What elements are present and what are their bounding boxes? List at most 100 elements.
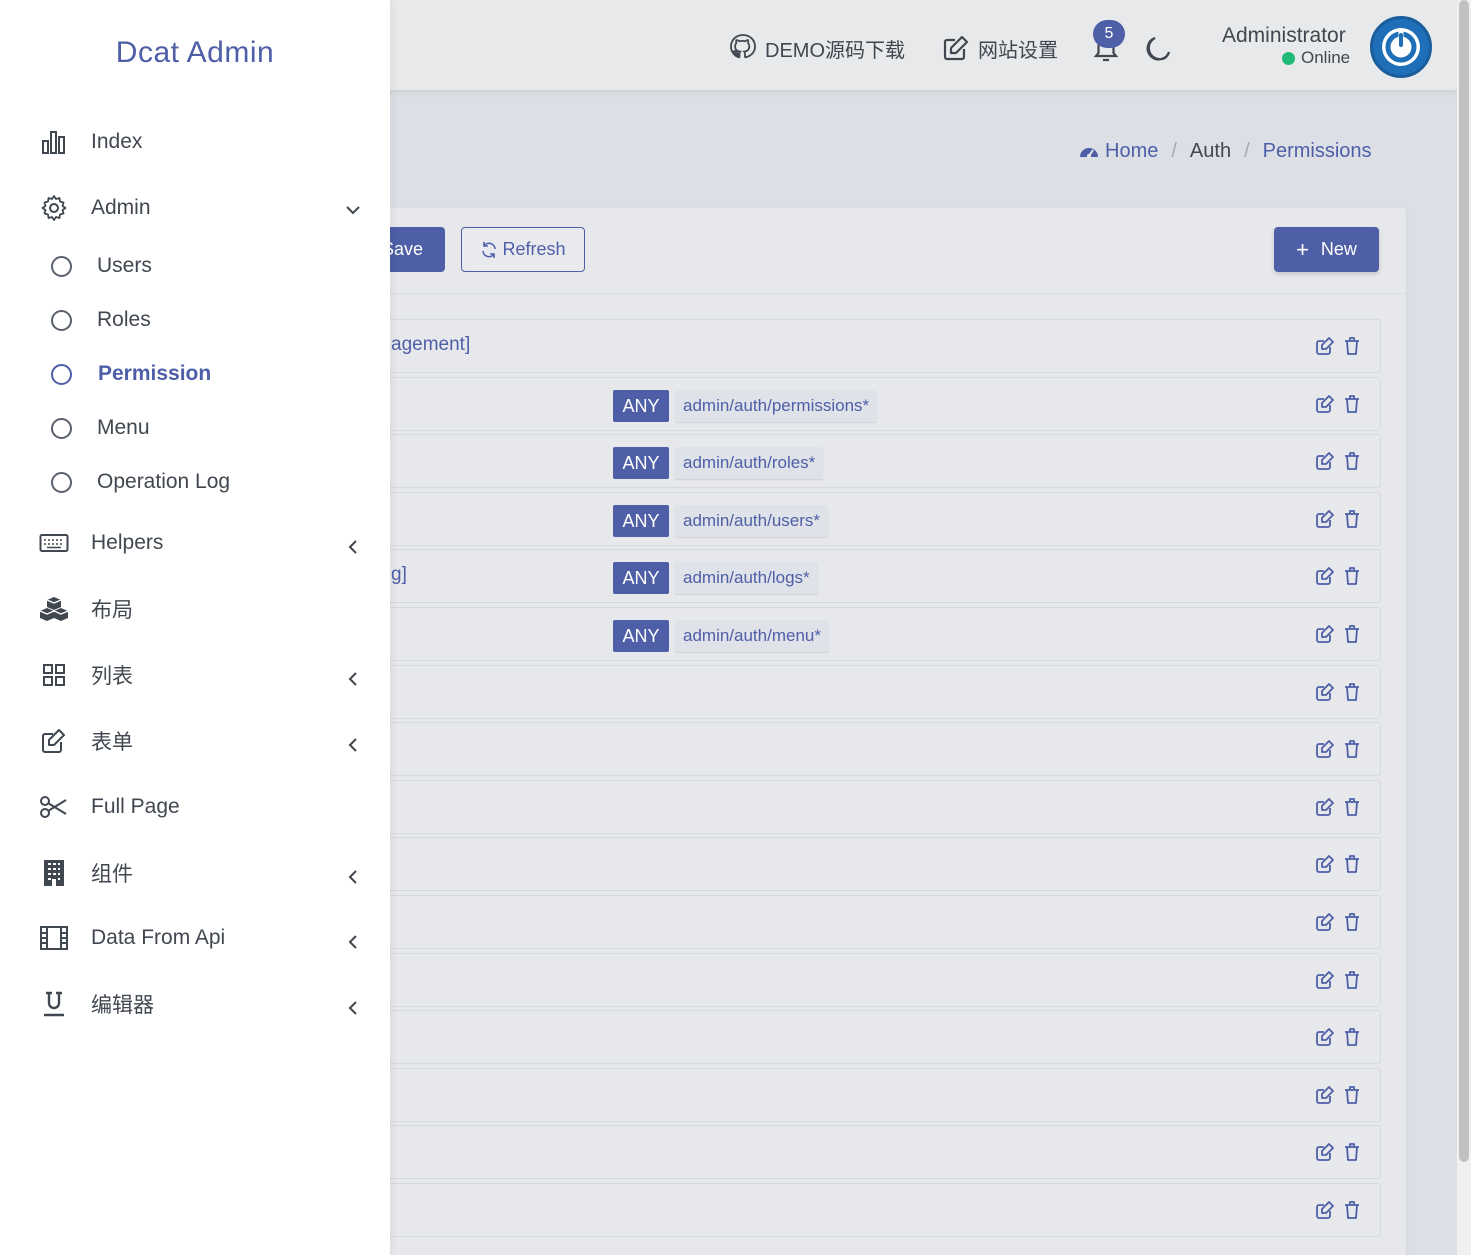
http-path-label: admin/auth/roles* [675,447,824,479]
breadcrumb-home[interactable]: Home [1105,140,1158,163]
dashboard-icon [1080,147,1098,158]
sidebar-item-layout[interactable]: 布局 [0,584,390,634]
circle-icon [51,417,72,439]
permission-row[interactable]: ANY admin/auth/permissions* [260,377,1381,431]
avatar[interactable] [1370,16,1432,78]
trash-icon[interactable] [1342,1200,1362,1220]
permission-row[interactable]: agement] [260,319,1381,373]
edit-icon[interactable] [1315,509,1335,529]
sidebar-subitem-roles[interactable]: Roles [0,298,390,342]
sidebar-subitem-operation-log[interactable]: Operation Log [0,460,390,504]
user-status: Online [1282,48,1350,68]
sidebar-subitem-menu[interactable]: Menu [0,406,390,450]
edit-icon[interactable] [1315,912,1335,932]
sidebar-item-list[interactable]: 列表 [0,650,390,700]
sidebar-item-label: 表单 [91,731,133,754]
edit-icon[interactable] [1315,1200,1335,1220]
breadcrumb-current[interactable]: Permissions [1263,140,1372,163]
new-button[interactable]: + New [1274,227,1379,272]
permission-row[interactable] [260,953,1381,1007]
sidebar-subitem-permission[interactable]: Permission [0,352,390,396]
trash-icon[interactable] [1342,739,1362,759]
chevron-left-icon [348,870,357,884]
edit-icon[interactable] [1315,1085,1335,1105]
settings-link[interactable]: 网站设置 [940,28,1058,68]
trash-icon[interactable] [1342,797,1362,817]
permission-row[interactable]: ANY admin/auth/users* [260,492,1381,546]
trash-icon[interactable] [1342,509,1362,529]
edit-icon[interactable] [1315,682,1335,702]
http-path-label: admin/auth/menu* [675,620,829,652]
edit-icon[interactable] [1315,1142,1335,1162]
sidebar-item-helpers[interactable]: Helpers [0,518,390,568]
notification-badge[interactable]: 5 [1093,20,1125,48]
edit-icon[interactable] [1315,566,1335,586]
trash-icon[interactable] [1342,1085,1362,1105]
permission-row[interactable] [260,1183,1381,1237]
sidebar-item-index[interactable]: Index [0,117,390,167]
trash-icon[interactable] [1342,394,1362,414]
http-method-badge: ANY [613,447,669,479]
trash-icon[interactable] [1342,912,1362,932]
edit-icon[interactable] [1315,797,1335,817]
permission-row[interactable] [260,1010,1381,1064]
sidebar-item-label: 组件 [91,863,133,886]
sidebar-item-components[interactable]: 组件 [0,848,390,898]
http-method-badge: ANY [613,620,669,652]
edit-icon[interactable] [1315,451,1335,471]
underline-icon [38,988,70,1020]
sidebar-item-full-page[interactable]: Full Page [0,782,390,832]
permission-row[interactable] [260,1125,1381,1179]
permission-row[interactable] [260,665,1381,719]
power-icon [1382,28,1420,66]
sidebar-item-admin[interactable]: Admin [0,183,390,233]
permission-row[interactable] [260,780,1381,834]
edit-icon[interactable] [1315,739,1335,759]
trash-icon[interactable] [1342,336,1362,356]
sidebar-item-data-from-api[interactable]: Data From Api [0,913,390,963]
film-icon [38,922,70,954]
scrollbar-thumb[interactable] [1459,0,1469,1162]
trash-icon[interactable] [1342,682,1362,702]
chevron-left-icon [348,540,357,554]
chevron-left-icon [348,1001,357,1015]
sidebar-subitem-label: Permission [98,362,212,385]
trash-icon[interactable] [1342,451,1362,471]
permission-row[interactable]: g] ANY admin/auth/logs* [260,549,1381,603]
moon-icon[interactable] [1143,32,1175,64]
scissors-icon [38,791,70,823]
breadcrumb-auth: Auth [1189,140,1232,162]
refresh-button[interactable]: Refresh [461,227,585,272]
edit-icon[interactable] [1315,394,1335,414]
sidebar-item-editor[interactable]: 编辑器 [0,979,390,1029]
trash-icon[interactable] [1342,624,1362,644]
sidebar-subitem-users[interactable]: Users [0,244,390,288]
permission-row[interactable]: ANY admin/auth/menu* [260,607,1381,661]
trash-icon[interactable] [1342,1142,1362,1162]
trash-icon[interactable] [1342,854,1362,874]
circle-icon [51,363,72,385]
http-method-badge: ANY [613,562,669,594]
permission-title: g] [391,564,407,585]
edit-icon[interactable] [1315,970,1335,990]
permission-row[interactable] [260,722,1381,776]
permission-row[interactable] [260,1068,1381,1122]
edit-icon[interactable] [1315,336,1335,356]
permission-row[interactable] [260,837,1381,891]
trash-icon[interactable] [1342,970,1362,990]
plus-icon: + [1296,236,1309,262]
sidebar-item-form[interactable]: 表单 [0,716,390,766]
edit-icon[interactable] [1315,624,1335,644]
github-link[interactable]: DEMO源码下载 [727,28,905,68]
permission-row[interactable] [260,895,1381,949]
trash-icon[interactable] [1342,566,1362,586]
trash-icon[interactable] [1342,1027,1362,1047]
sidebar-subitem-label: Users [97,254,152,277]
permission-row[interactable]: ANY admin/auth/roles* [260,434,1381,488]
edit-icon[interactable] [1315,1027,1335,1047]
brand-logo[interactable]: Dcat Admin [0,36,390,70]
user-name[interactable]: Administrator [1222,24,1346,48]
edit-icon[interactable] [1315,854,1335,874]
sidebar-item-label: 列表 [91,665,133,688]
bar-chart-icon [38,126,70,158]
